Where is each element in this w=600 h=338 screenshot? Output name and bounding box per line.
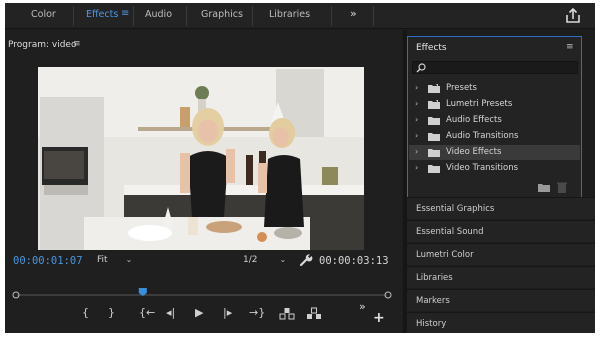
divider [373,6,374,26]
effects-panel-title[interactable]: Effects [416,43,447,53]
panel-history[interactable]: History [407,312,595,333]
search-input[interactable] [427,69,577,80]
zoom-value: Fit [97,255,108,265]
timeline-scrubber[interactable] [12,288,392,300]
preset-folder-icon [428,84,440,93]
double-chevron-right-icon[interactable]: » [359,300,366,313]
workspace-bar: Color Effects ≡ Audio Graphics Libraries… [5,3,595,29]
step-back-icon[interactable]: ◂| [166,306,175,319]
preset-folder-icon [428,100,440,109]
workspace-tab-effects[interactable]: Effects [86,9,118,20]
panel-label: Lumetri Color [416,250,474,260]
divider [252,6,253,26]
effects-panel: Effects ≡ › Presets › Lumetri Presets › … [407,36,582,198]
lift-icon[interactable] [279,307,295,321]
panel-label: Essential Sound [416,227,484,237]
mark-in-icon[interactable]: { [82,306,89,319]
chevron-right-icon[interactable]: › [415,99,418,108]
add-button[interactable]: + [373,310,385,326]
mark-out-icon[interactable]: } [108,306,115,319]
panel-label: History [416,319,447,329]
premiere-window: Color Effects ≡ Audio Graphics Libraries… [5,3,595,333]
chevron-down-icon: ⌄ [125,255,133,264]
folder-icon [428,133,440,141]
effects-item-video-effects[interactable]: › Video Effects [409,145,580,160]
resolution-dropdown[interactable]: 1/2 ⌄ [243,255,286,265]
zoom-dropdown[interactable]: Fit ⌄ [97,255,132,265]
effects-item-audio-transitions[interactable]: › Audio Transitions [409,129,580,144]
effects-item-audio-effects[interactable]: › Audio Effects [409,113,580,128]
duration-timecode: 00:00:03:13 [319,255,389,267]
new-bin-icon[interactable] [538,183,550,192]
chevron-right-icon[interactable]: › [415,83,418,92]
effects-search[interactable] [412,61,578,80]
panel-menu-icon[interactable]: ≡ [566,42,574,52]
chevron-right-icon[interactable]: › [415,115,418,124]
workspace-tab-color[interactable]: Color [31,9,56,20]
go-to-in-icon[interactable]: {← [139,306,155,319]
effects-item-label: Lumetri Presets [446,99,513,109]
effects-item-label: Audio Effects [446,115,502,125]
effects-item-label: Video Effects [446,147,502,157]
chevron-down-icon: ⌄ [279,255,287,264]
workspace-tab-libraries[interactable]: Libraries [269,9,310,20]
chevron-right-icon[interactable]: › [415,163,418,172]
effects-item-label: Video Transitions [446,163,519,173]
panel-label: Essential Graphics [416,204,495,214]
wrench-icon[interactable] [299,253,313,267]
chevron-right-icon[interactable]: › [415,131,418,140]
panel-menu-icon[interactable]: ≡ [73,39,81,49]
resolution-value: 1/2 [243,255,258,265]
video-frame[interactable] [38,67,364,250]
share-export-icon[interactable] [564,7,582,25]
effects-item-presets[interactable]: › Presets [409,81,580,96]
divider [73,6,74,26]
effects-item-label: Presets [446,83,477,93]
panel-essential-sound[interactable]: Essential Sound [407,220,595,242]
play-icon[interactable]: ▶ [195,306,203,319]
go-to-out-icon[interactable]: →} [249,306,265,319]
current-timecode[interactable]: 00:00:01:07 [13,255,83,267]
workspace-tab-audio[interactable]: Audio [145,9,172,20]
panel-essential-graphics[interactable]: Essential Graphics [407,197,595,219]
search-icon [416,63,426,73]
step-forward-icon[interactable]: |▸ [223,306,232,319]
panel-label: Libraries [416,273,453,283]
folder-icon [428,165,440,173]
program-monitor-title[interactable]: Program: video [8,40,76,50]
effects-item-label: Audio Transitions [446,131,519,141]
chevron-right-icon[interactable]: › [415,147,418,156]
video-image [38,67,364,250]
folder-icon [428,117,440,125]
effects-item-lumetri-presets[interactable]: › Lumetri Presets [409,97,580,112]
panel-libraries[interactable]: Libraries [407,266,595,288]
panel-label: Markers [416,296,450,306]
divider [331,6,332,26]
divider [186,6,187,26]
trash-icon[interactable] [557,182,567,193]
double-chevron-right-icon[interactable]: » [350,7,357,20]
effects-item-video-transitions[interactable]: › Video Transitions [409,161,580,176]
folder-icon [428,149,440,157]
extract-icon[interactable] [306,307,322,321]
divider [133,6,134,26]
workspace-tab-graphics[interactable]: Graphics [201,9,243,20]
hamburger-icon[interactable]: ≡ [121,8,129,19]
program-monitor: Program: video ≡ 00:00:01:07 Fit ⌄ 1/2 ⌄… [5,30,402,333]
panel-markers[interactable]: Markers [407,289,595,311]
panel-lumetri-color[interactable]: Lumetri Color [407,243,595,265]
